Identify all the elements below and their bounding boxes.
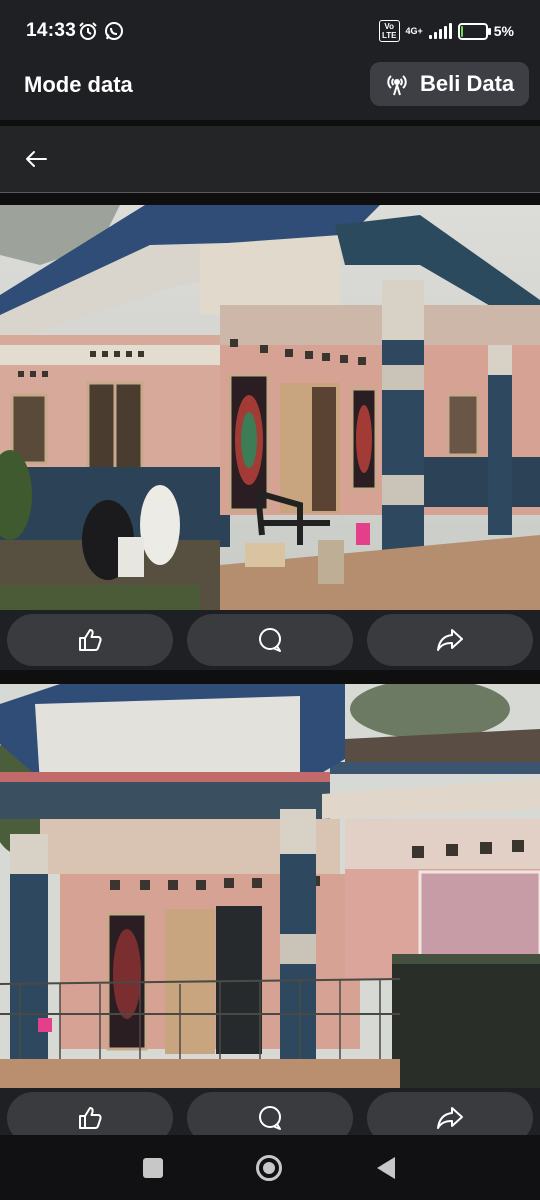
post-actions-1 xyxy=(0,610,540,670)
comment-icon xyxy=(259,1106,281,1130)
house-photo xyxy=(0,205,540,610)
home-circle-icon[interactable] xyxy=(256,1155,282,1181)
buy-data-label: Beli Data xyxy=(420,71,515,96)
app-header xyxy=(0,126,540,192)
comment-icon xyxy=(259,628,281,652)
buy-data-button[interactable]: Beli Data xyxy=(370,62,529,106)
share-icon xyxy=(437,1107,463,1129)
volte-badge: Vo LTE xyxy=(378,20,400,42)
system-nav-bar xyxy=(0,1135,540,1200)
back-triangle-icon[interactable] xyxy=(376,1156,396,1185)
battery-percent: 5% xyxy=(493,23,514,39)
broadcast-icon xyxy=(387,75,407,96)
header-divider xyxy=(0,192,540,193)
arrow-left-icon xyxy=(26,151,47,167)
status-left-icons xyxy=(78,21,124,41)
whatsapp-icon xyxy=(105,22,123,40)
alarm-icon xyxy=(79,22,97,40)
signal-icon xyxy=(428,23,452,39)
share-icon xyxy=(437,629,463,651)
comment-button[interactable] xyxy=(187,614,353,666)
network-type: 4G+ xyxy=(405,25,423,36)
status-time: 14:33 xyxy=(26,20,77,41)
post-photo-2[interactable] xyxy=(0,684,540,1088)
like-icon xyxy=(79,1107,102,1129)
recents-square-icon[interactable] xyxy=(143,1158,163,1178)
battery-icon xyxy=(457,22,491,40)
back-button[interactable] xyxy=(20,144,52,174)
share-button[interactable] xyxy=(367,614,533,666)
house-photo xyxy=(0,684,540,1088)
status-right: Vo LTE 4G+ 5% xyxy=(378,20,514,42)
data-mode-title: Mode data xyxy=(24,72,133,97)
like-icon xyxy=(79,629,102,651)
post-photo-1[interactable] xyxy=(0,205,540,610)
like-button[interactable] xyxy=(7,614,173,666)
